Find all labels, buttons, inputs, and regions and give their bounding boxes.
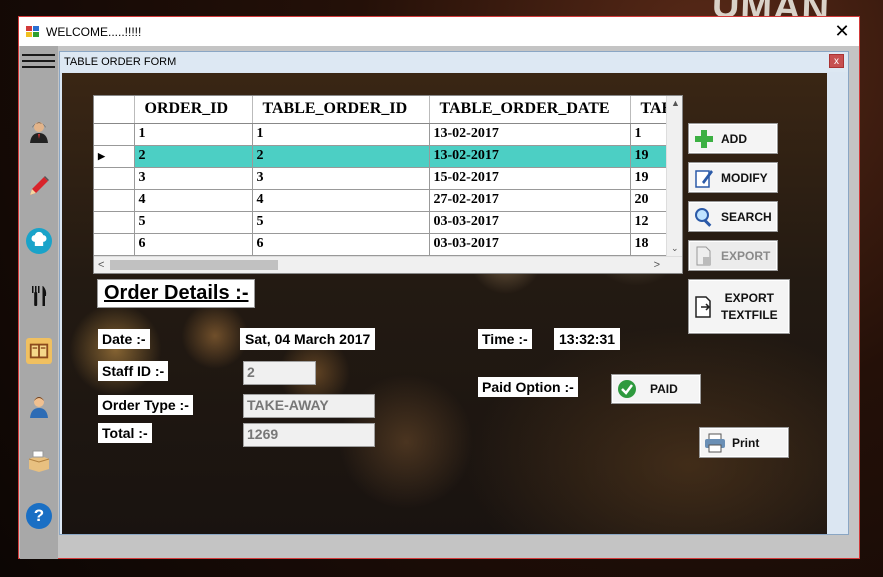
cell-table-order-date[interactable]: 13-02-2017 — [429, 145, 631, 168]
paid-option-label: Paid Option :- — [478, 377, 578, 397]
printer-box-icon[interactable] — [26, 448, 52, 474]
cell-table-order-date[interactable]: 13-02-2017 — [429, 123, 631, 146]
column-header-table-order-date[interactable]: TABLE_ORDER_DATE — [429, 96, 631, 124]
staff-icon[interactable] — [26, 393, 52, 419]
export-button-label: EXPORT — [721, 248, 771, 263]
paid-button-label: PAID — [650, 382, 678, 396]
table-row[interactable]: 6 6 03-03-2017 18 — [94, 233, 674, 256]
scroll-down-icon[interactable]: ⌄ — [671, 243, 679, 254]
total-field[interactable]: 1269 — [243, 423, 375, 447]
row-header[interactable]: ▶ — [94, 145, 135, 168]
export-textfile-label: EXPORT TEXTFILE — [721, 290, 778, 324]
help-icon[interactable]: ? — [26, 503, 52, 529]
menu-card-icon[interactable] — [26, 338, 52, 364]
order-type-label: Order Type :- — [98, 395, 193, 415]
search-icon — [693, 206, 715, 228]
cell-table-order-date[interactable]: 15-02-2017 — [429, 167, 631, 190]
cell-table-order-date[interactable]: 03-03-2017 — [429, 211, 631, 234]
main-title-bar: WELCOME.....!!!!! ✕ — [19, 17, 859, 46]
column-header-table-order-id[interactable]: TABLE_ORDER_ID — [252, 96, 430, 124]
user-icon[interactable] — [26, 118, 52, 144]
table-order-form-window: TABLE ORDER FORM x ORDER_ID TABLE_ORDER_… — [59, 51, 849, 535]
orders-grid[interactable]: ORDER_ID TABLE_ORDER_ID TABLE_ORDER_DATE… — [93, 95, 683, 274]
staff-id-label: Staff ID :- — [98, 361, 169, 381]
row-header[interactable] — [94, 233, 135, 256]
cell-order-id[interactable]: 5 — [134, 211, 253, 234]
cell-order-id[interactable]: 1 — [134, 123, 253, 146]
date-label: Date :- — [98, 329, 150, 349]
cell-table-order-id[interactable]: 2 — [252, 145, 430, 168]
cell-order-id[interactable]: 4 — [134, 189, 253, 212]
print-button-label: Print — [732, 435, 760, 450]
cell-table-order-id[interactable]: 3 — [252, 167, 430, 190]
export-textfile-button[interactable]: EXPORT TEXTFILE — [688, 279, 790, 334]
main-close-button[interactable]: ✕ — [831, 21, 853, 41]
order-details-heading: Order Details :- — [97, 279, 256, 308]
vertical-scrollbar[interactable]: ▲ ⌄ — [666, 96, 682, 256]
scroll-right-icon[interactable]: > — [654, 259, 660, 271]
row-header[interactable] — [94, 211, 135, 234]
time-label: Time :- — [478, 329, 532, 349]
table-row[interactable]: 1 1 13-02-2017 1 — [94, 123, 674, 146]
export-file-icon — [693, 295, 715, 318]
row-header-corner — [94, 96, 135, 124]
add-button-label: ADD — [721, 131, 747, 146]
order-type-field[interactable]: TAKE-AWAY — [243, 394, 375, 418]
search-button-label: SEARCH — [721, 209, 772, 224]
cell-order-id[interactable]: 3 — [134, 167, 253, 190]
staff-id-field[interactable]: 2 — [243, 361, 316, 385]
table-row[interactable]: ▶ 2 2 13-02-2017 19 — [94, 145, 674, 168]
notepad-edit-icon — [693, 167, 715, 189]
export-textfile-label-line1: EXPORT — [724, 290, 774, 305]
child-title-bar: TABLE ORDER FORM x — [60, 52, 848, 72]
cell-table-order-date[interactable]: 03-03-2017 — [429, 233, 631, 256]
child-close-button[interactable]: x — [829, 54, 844, 68]
export-textfile-label-line2: TEXTFILE — [721, 307, 778, 322]
table-row[interactable]: 4 4 27-02-2017 20 — [94, 189, 674, 212]
cutlery-icon[interactable] — [26, 283, 52, 309]
modify-button-label: MODIFY — [721, 170, 768, 185]
export-button[interactable]: EXPORT — [688, 240, 778, 271]
horizontal-scrollbar[interactable]: < > — [94, 256, 682, 273]
scroll-left-icon[interactable]: < — [98, 259, 104, 271]
app-icon — [26, 25, 40, 38]
search-button[interactable]: SEARCH — [688, 201, 778, 232]
scroll-up-icon[interactable]: ▲ — [671, 98, 680, 108]
grid-header-row: ORDER_ID TABLE_ORDER_ID TABLE_ORDER_DATE… — [94, 96, 674, 124]
printer-icon — [704, 432, 726, 454]
hamburger-menu-icon[interactable] — [22, 50, 55, 74]
row-header[interactable] — [94, 123, 135, 146]
plus-icon — [693, 128, 715, 150]
main-window: WELCOME.....!!!!! ✕ ? TABLE ORDER FORM x… — [18, 16, 860, 559]
table-row[interactable]: 5 5 03-03-2017 12 — [94, 211, 674, 234]
export-document-icon — [693, 245, 715, 267]
print-button[interactable]: Print — [699, 427, 789, 458]
row-header[interactable] — [94, 189, 135, 212]
cell-table-order-id[interactable]: 6 — [252, 233, 430, 256]
checkmark-icon — [616, 378, 638, 400]
add-button[interactable]: ADD — [688, 123, 778, 154]
selected-row-marker-icon: ▶ — [98, 151, 105, 161]
horizontal-scroll-thumb[interactable] — [110, 260, 278, 270]
total-label: Total :- — [98, 423, 152, 443]
paid-button[interactable]: PAID — [611, 374, 701, 404]
column-header-order-id[interactable]: ORDER_ID — [134, 96, 253, 124]
cell-order-id[interactable]: 2 — [134, 145, 253, 168]
cell-table-order-id[interactable]: 4 — [252, 189, 430, 212]
cell-table-order-id[interactable]: 1 — [252, 123, 430, 146]
time-value: 13:32:31 — [554, 328, 621, 350]
chef-hat-icon[interactable] — [26, 228, 52, 254]
date-value: Sat, 04 March 2017 — [240, 328, 376, 350]
child-window-title: TABLE ORDER FORM — [64, 56, 177, 68]
main-window-title: WELCOME.....!!!!! — [46, 24, 142, 39]
cell-table-order-id[interactable]: 5 — [252, 211, 430, 234]
form-content: ORDER_ID TABLE_ORDER_ID TABLE_ORDER_DATE… — [62, 73, 827, 534]
sidebar: ? — [20, 46, 58, 559]
cell-order-id[interactable]: 6 — [134, 233, 253, 256]
modify-button[interactable]: MODIFY — [688, 162, 778, 193]
row-header[interactable] — [94, 167, 135, 190]
pencil-icon[interactable] — [26, 173, 52, 199]
table-row[interactable]: 3 3 15-02-2017 19 — [94, 167, 674, 190]
cell-table-order-date[interactable]: 27-02-2017 — [429, 189, 631, 212]
